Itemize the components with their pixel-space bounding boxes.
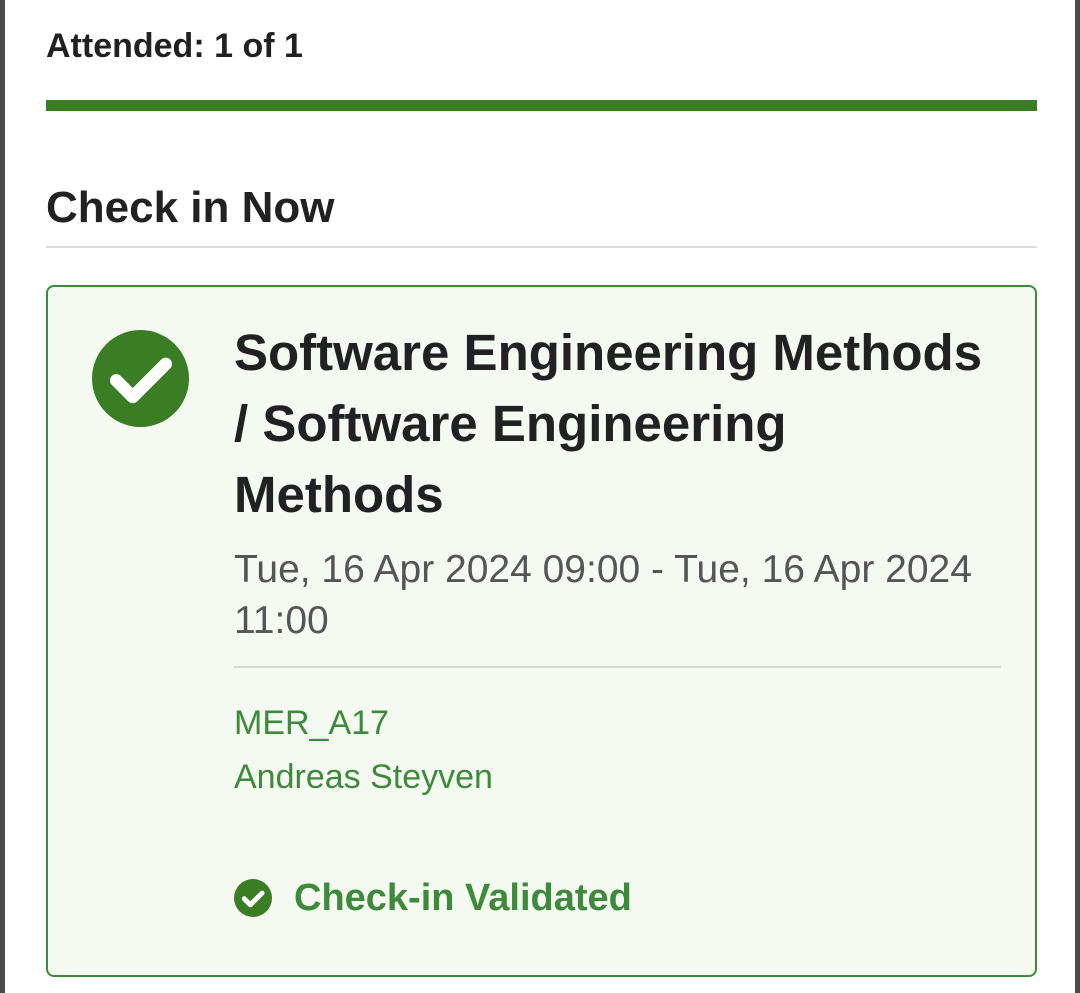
card-divider — [234, 666, 1001, 668]
attendance-progress-fill — [46, 100, 1037, 111]
checkin-status-label: Check-in Validated — [294, 877, 632, 919]
session-time: Tue, 16 Apr 2024 09:00 - Tue, 16 Apr 202… — [234, 548, 972, 642]
app-frame: Attended: 1 of 1 Check in Now Software E… — [0, 0, 1080, 993]
check-circle-icon — [92, 330, 189, 427]
section-title: Check in Now — [46, 183, 335, 232]
session-details: Software Engineering Methods / Software … — [234, 317, 1001, 798]
section-divider — [46, 246, 1037, 248]
check-circle-small-icon — [234, 879, 272, 917]
attendance-summary: Attended: 1 of 1 — [46, 27, 303, 65]
session-teacher: Andreas Steyven — [234, 758, 493, 796]
session-room: MER_A17 — [234, 704, 389, 742]
checkin-status: Check-in Validated — [234, 875, 632, 921]
session-title: Software Engineering Methods / Software … — [234, 324, 983, 523]
session-card[interactable]: Software Engineering Methods / Software … — [46, 285, 1037, 977]
attendance-progress-bar — [46, 100, 1037, 111]
